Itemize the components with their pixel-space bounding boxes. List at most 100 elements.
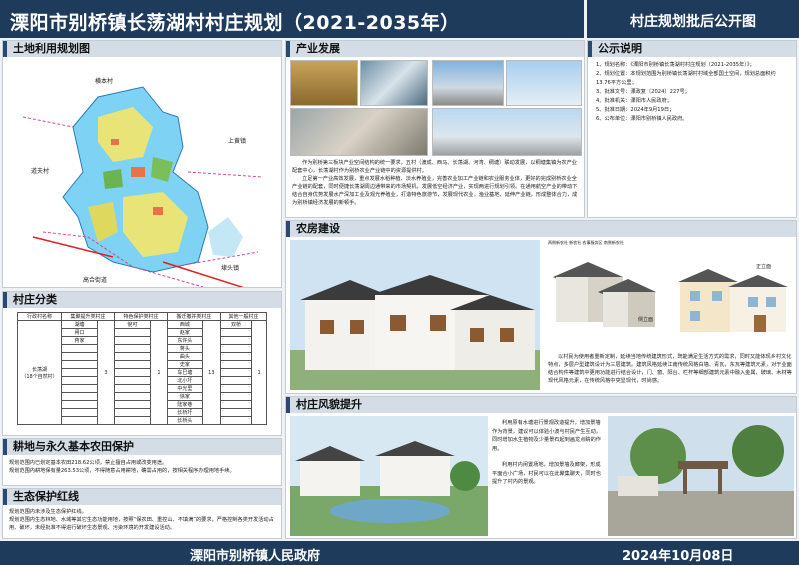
table-cell [61,360,98,369]
map-label-southwest: 高合街道 [83,277,108,284]
land-use-panel: 土地利用规划图 横本村 道夫村 上黄镇 高合街道 埭头镇 [2,40,282,288]
table-cell: 史家 [166,360,203,369]
village-class-heading: 村庄分类 [3,292,281,308]
table-cell [113,336,151,345]
table-cell [113,384,151,393]
village-class-table: 行政村名称 集聚提升类村庄 特色保护类村庄 搬迁撤并类村庄 其他一般村庄 长荡湖… [17,312,268,425]
farmland-text: 规划范围内耕地保有量263.53公顷，不得随意占用耕地，确需占用的，按相关程序办… [9,468,235,474]
notice-heading: 公示说明 [588,41,796,57]
rice-photo [290,60,358,106]
table-cell [219,416,253,425]
table-header: 行政村名称 [17,312,62,321]
table-cell [61,368,98,377]
farmland-panel: 耕地与永久基本农田保护 规划范围内已划定基本农田218.62公顷，禁止擅自占用或… [2,438,282,486]
farmhouse-elevation [678,269,788,332]
table-cell: 曲头 [166,352,203,361]
landscape-text: 利用原有水塘进行景观改造提升，增加景墙作为背景，建议可以体验小波与村民产生互动，… [492,420,601,452]
farmhouse-text: 以村民为使用者重新定制，延续当地传统建筑形式，既能满足生活方式的需求，同时又能体… [548,354,792,384]
table-cell: 北小圩 [166,376,203,385]
table-cell [219,400,253,409]
village-name-cell: 长荡湖 （18个自然村） [17,320,62,425]
landscape-panel: 村庄风貌提升 利用原有水塘进行景观改造提升，增加景墙作为背景，建议可以体验小波与… [285,396,797,539]
airport-photo [432,60,504,106]
table-cell [219,328,253,337]
footer-issuer: 溧阳市别桥镇人民政府 [190,549,321,564]
page-subtitle: 村庄规划批后公开图 [587,0,799,38]
table-cell [219,392,253,401]
table-cell: 1 [149,320,168,425]
table-cell: 倪可 [113,320,151,329]
table-cell [61,352,98,361]
table-cell: 西城 [166,320,203,329]
table-cell [113,352,151,361]
table-cell [113,360,151,369]
fish-photo [360,60,428,106]
table-cell [113,328,151,337]
table-cell [61,376,98,385]
page-title: 溧阳市别桥镇长荡湖村村庄规划（2021-2035年） [0,0,584,38]
industry-text: 作为别桥第三板块产业空间结构的统一要求，五村（渡成、西马、长荡湖、河湾、稠塘）联… [292,160,577,174]
table-cell: 1 [251,320,267,425]
table-cell [219,344,253,353]
table-cell: 长桥圩 [166,408,203,417]
heliport-photo [432,108,582,156]
footer-date: 2024年10月08日 [622,549,734,564]
eco-heading: 生态保护红线 [3,489,281,505]
farmhouse-heading: 农房建设 [286,221,796,237]
notice-item: 6、公布单位：溧阳市别桥镇人民政府。 [596,116,688,122]
table-cell: 徐家 [166,392,203,401]
landscape-render-2 [608,416,794,536]
industry-heading: 产业发展 [286,41,584,57]
table-cell: 东许头 [166,336,203,345]
land-use-heading: 土地利用规划图 [3,41,281,57]
landscape-render-1 [290,416,488,536]
table-cell [219,408,253,417]
table-cell [219,368,253,377]
table-cell [219,336,253,345]
table-cell: 赵家 [166,328,203,337]
table-cell [113,392,151,401]
table-cell: 长桥头 [166,416,203,425]
table-cell [61,392,98,401]
map-label-southeast: 埭头镇 [221,265,240,272]
industry-panel: 产业发展 作为别桥第三板块产业空间结构的统一要求，五村（渡成、西马、长荡湖、河湾… [285,40,585,218]
table-cell: 3 [96,320,115,425]
shrimp-photo [290,108,428,156]
table-header: 集聚提升类村庄 [61,312,115,321]
table-cell [61,384,98,393]
map-label-east: 上黄镇 [228,138,247,145]
farmhouse-panel: 农房建设 两侧新农社 新农社 农事服务区 南侧新农社 侧立面 正立面 以村民为使… [285,220,797,394]
table-cell: 双桥 [219,320,253,329]
eco-text: 规划范围内未涉及生态保护红线。 [9,509,87,515]
table-cell: 闸口 [61,328,98,337]
industry-text: 立足第一产业高效发展，重点发展水稻种植、淡水养殖业，完善农业加工产业链和农业服务… [292,176,578,206]
table-cell [113,400,151,409]
table-cell: 13 [201,320,221,425]
eco-text: 规划范围内生态林地、水域等其它生态功能用地，按照“保农田、重控山、不填满”的要求… [9,517,274,531]
plane-photo [506,60,582,106]
footer: 溧阳市别桥镇人民政府 2024年10月08日 [0,541,799,565]
notice-panel: 公示说明 1、规划名称：《溧阳市别桥镇长荡湖村村庄规划（2021-2035年）》… [587,40,797,218]
landscape-heading: 村庄风貌提升 [286,397,796,413]
table-cell: 中光里 [166,384,203,393]
axon-label: 两侧新农社 新农社 农事服务区 南侧新农社 [548,240,624,245]
table-cell [61,408,98,417]
map-label-north: 横本村 [95,78,114,85]
farmhouse-render [290,240,540,390]
notice-item: 5、批准日期：2024年9月19日； [596,107,675,113]
eco-panel: 生态保护红线 规划范围内未涉及生态保护红线。 规划范围内生态林地、水域等其它生态… [2,488,282,539]
table-cell [219,384,253,393]
table-cell [61,400,98,409]
table-cell: 车巳塘 [166,368,203,377]
map-label-west: 道夫村 [31,168,50,175]
notice-item: 3、批准文号：溧政复〔2024〕227号； [596,89,690,95]
table-cell [113,344,151,353]
side-label: 侧立面 [638,317,654,323]
table-cell [113,416,151,425]
table-cell [219,376,253,385]
table-cell [61,344,98,353]
farmhouse-axon [553,262,656,327]
notice-item: 4、批准机关：溧阳市人民政府； [596,98,672,104]
notice-item: 2、规划位置：本规划范围为别桥镇长荡湖村村域全部国土空间，规划总面积约13.76… [596,71,776,86]
farmland-text: 规划范围内已划定基本农田218.62公顷，禁止擅自占用或改变用途。 [9,460,168,466]
